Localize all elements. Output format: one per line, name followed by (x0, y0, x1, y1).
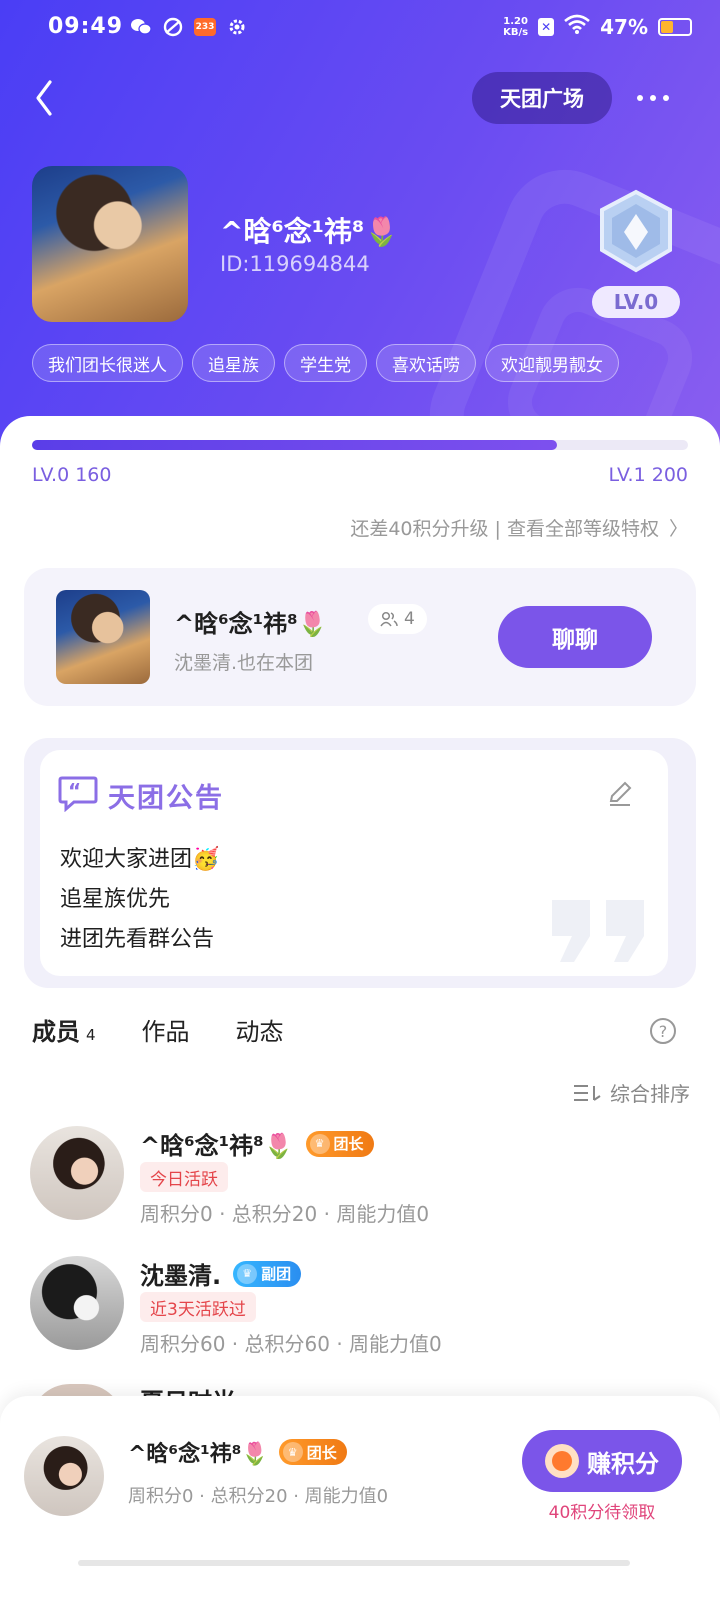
owner-avatar[interactable] (56, 590, 150, 684)
my-avatar[interactable] (24, 1436, 104, 1516)
member-count: 4 (404, 609, 415, 629)
current-level-points: LV.0 160 (32, 464, 112, 486)
member-stats: 周积分0 · 总积分20 · 周能力值0 (140, 1202, 430, 1226)
group-avatar[interactable] (32, 166, 188, 322)
group-tag[interactable]: 追星族 (192, 344, 275, 382)
edit-notice-icon[interactable] (606, 780, 634, 808)
group-tag[interactable]: 欢迎靓男靓女 (485, 344, 619, 382)
activity-tag: 近3天活跃过 (140, 1292, 256, 1322)
group-name: ^晗⁶念¹祎⁸🌷 (220, 215, 400, 248)
member-name: 沈墨清. (140, 1262, 222, 1290)
upgrade-hint: 还差40积分升级 | 查看全部等级特权 (350, 518, 659, 540)
group-plaza-button[interactable]: 天团广场 (472, 72, 612, 124)
tab-count: 4 (86, 1026, 96, 1044)
more-dots-icon (637, 95, 643, 101)
chevron-left-icon (36, 80, 52, 116)
notice-line: 欢迎大家进团🥳 (60, 847, 220, 872)
battery-level (661, 20, 674, 33)
status-time: 09:49 (48, 14, 124, 39)
notice-line: 进团先看群公告 (60, 927, 215, 952)
no-sim-icon: ✕ (538, 17, 555, 36)
tab-label: 成员 (32, 1018, 80, 1046)
member-avatar[interactable] (30, 1256, 124, 1350)
notice-quote-icon: “ (58, 774, 98, 813)
member-avatar[interactable] (30, 1126, 124, 1220)
my-name: ^晗⁶念¹祎⁸🌷 (128, 1442, 269, 1467)
group-id: ID:119694844 (220, 252, 370, 276)
svg-text:“: “ (68, 779, 81, 803)
people-icon (380, 611, 398, 627)
owner-name: ^晗⁶念¹祎⁸🌷 (174, 610, 328, 638)
member-name-row: 沈墨清. ♛ 副团 (140, 1256, 302, 1291)
role-badge-vice: ♛ 副团 (233, 1260, 302, 1287)
sort-icon (574, 1084, 601, 1101)
wifi-icon (564, 14, 590, 39)
role-badge-owner: ♛ 团长 (278, 1439, 347, 1465)
back-button[interactable] (30, 78, 60, 118)
gesture-bar (78, 1560, 630, 1566)
chevron-right-icon: 〉 (668, 518, 688, 540)
battery-icon (658, 17, 692, 36)
coin-icon (545, 1444, 579, 1478)
orbit-app-icon (162, 17, 184, 37)
more-options-button[interactable] (628, 80, 678, 116)
notice-line: 追星族优先 (60, 887, 171, 912)
level-progress-bar (32, 440, 688, 450)
group-tags: 我们团长很迷人 追星族 学生党 喜欢话唠 欢迎靓男靓女 (32, 344, 619, 382)
system-indicators: 1.20 KB/s ✕ 47% (503, 14, 692, 39)
member-stats: 周积分60 · 总积分60 · 周能力值0 (140, 1332, 442, 1356)
tab-works[interactable]: 作品 (142, 1012, 190, 1053)
group-level-pill: LV.0 (592, 286, 680, 318)
status-bar: 09:49 233 1.20 KB/s ✕ 47% (0, 0, 720, 58)
notice-text: 欢迎大家进团🥳 追星族优先 进团先看群公告 (60, 840, 219, 960)
member-row[interactable]: 沈墨清. ♛ 副团 近3天活跃过 周积分60 · 总积分60 · 周能力值0 (0, 1256, 720, 1366)
earn-label: 赚积分 (587, 1449, 659, 1478)
group-tag[interactable]: 我们团长很迷人 (32, 344, 183, 382)
role-badge-owner: ♛ 团长 (305, 1130, 374, 1157)
settings-gear-icon (226, 17, 248, 37)
sort-button[interactable]: 综合排序 (572, 1078, 690, 1107)
my-stats: 周积分0 · 总积分20 · 周能力值0 (128, 1486, 389, 1507)
member-count-badge: 4 (368, 604, 427, 634)
member-name-row: ^晗⁶念¹祎⁸🌷 ♛ 团长 (140, 1126, 374, 1161)
level-progress-fill (32, 440, 557, 450)
member-name: ^晗⁶念¹祎⁸🌷 (140, 1132, 294, 1160)
member-row[interactable]: ^晗⁶念¹祎⁸🌷 ♛ 团长 今日活跃 周积分0 · 总积分20 · 周能力值0 (0, 1126, 720, 1236)
notice-title: 天团公告 (108, 783, 224, 814)
network-speed: 1.20 KB/s (503, 15, 529, 38)
sort-label: 综合排序 (610, 1082, 690, 1106)
tab-members[interactable]: 成员 4 (32, 1012, 96, 1053)
app-233-icon: 233 (194, 18, 216, 36)
level-privileges-link[interactable]: 还差40积分升级 | 查看全部等级特权 〉 (350, 514, 688, 541)
crown-icon: ♛ (309, 1133, 330, 1154)
help-icon[interactable]: ? (650, 1018, 676, 1044)
notification-icons: 233 (130, 17, 248, 37)
my-name-row: ^晗⁶念¹祎⁸🌷 ♛ 团长 (128, 1436, 347, 1468)
crown-icon: ♛ (237, 1263, 258, 1284)
content-tabs: 成员 4 作品 动态 (32, 1012, 284, 1053)
crown-icon: ♛ (282, 1442, 303, 1462)
closing-quote-icon (548, 896, 652, 966)
pending-points-text: 40积分待领取 (548, 1503, 656, 1523)
battery-percent: 47% (600, 14, 648, 39)
chat-button[interactable]: 聊聊 (498, 606, 652, 668)
group-tag[interactable]: 学生党 (284, 344, 367, 382)
earn-points-button[interactable]: 赚积分 (522, 1430, 682, 1492)
activity-tag: 今日活跃 (140, 1162, 228, 1192)
group-tag[interactable]: 喜欢话唠 (376, 344, 476, 382)
tab-moments[interactable]: 动态 (236, 1012, 284, 1053)
diamond-level-icon[interactable] (592, 188, 680, 276)
next-level-points: LV.1 200 (608, 464, 688, 486)
wechat-icon (130, 17, 152, 37)
owner-subtitle: 沈墨清.也在本团 (174, 652, 314, 674)
